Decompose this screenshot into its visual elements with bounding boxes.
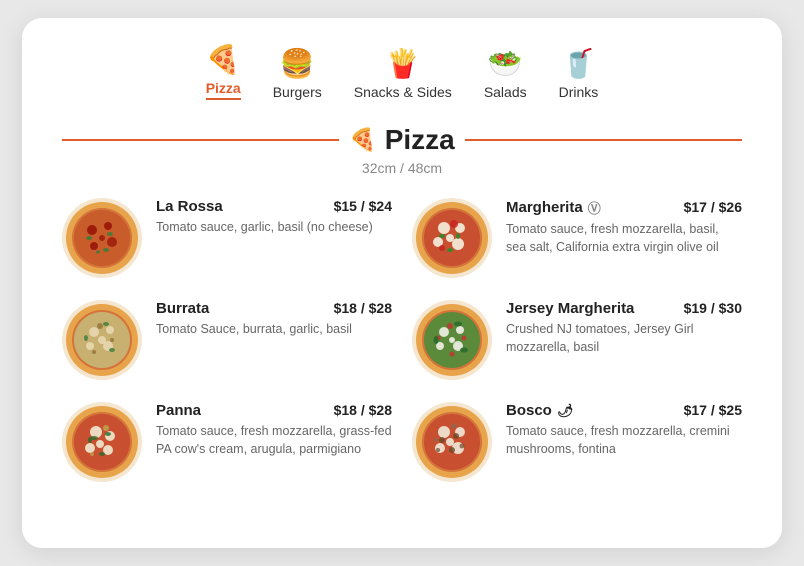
item-name-bosco: Bosco 🌶 (506, 402, 573, 419)
section-subtitle: 32cm / 48cm (62, 160, 742, 176)
item-price-panna: $18 / $28 (334, 402, 392, 418)
bosco-chili-icon: 🌶 (557, 403, 574, 419)
item-header-margherita: Margherita Ⓥ $17 / $26 (506, 198, 742, 217)
item-info-la-rossa: La Rossa $15 / $24 Tomato sauce, garlic,… (156, 198, 392, 236)
pizza-nav-icon: 🍕 (206, 46, 241, 74)
item-desc-bosco: Tomato sauce, fresh mozzarella, cremini … (506, 422, 742, 458)
pizza-image-bosco (412, 402, 492, 482)
nav-item-snacks[interactable]: 🍟 Snacks & Sides (354, 50, 452, 100)
nav-label-burgers: Burgers (273, 84, 322, 100)
nav-label-salads: Salads (484, 84, 527, 100)
menu-item-jersey-margherita: Jersey Margherita $19 / $30 Crushed NJ t… (412, 300, 742, 380)
item-header-burrata: Burrata $18 / $28 (156, 300, 392, 317)
menu-item-panna: Panna $18 / $28 Tomato sauce, fresh mozz… (62, 402, 392, 482)
menu-card: 🍕 Pizza 🍔 Burgers 🍟 Snacks & Sides 🥗 Sal… (22, 18, 782, 548)
menu-item-bosco: Bosco 🌶 $17 / $25 Tomato sauce, fresh mo… (412, 402, 742, 482)
item-info-burrata: Burrata $18 / $28 Tomato Sauce, burrata,… (156, 300, 392, 338)
item-header-panna: Panna $18 / $28 (156, 402, 392, 419)
item-info-jersey-margherita: Jersey Margherita $19 / $30 Crushed NJ t… (506, 300, 742, 356)
item-name-margherita: Margherita Ⓥ (506, 198, 601, 217)
section-pizza-icon: 🍕 (349, 127, 376, 153)
item-desc-jersey-margherita: Crushed NJ tomatoes, Jersey Girl mozzare… (506, 320, 742, 356)
nav-label-snacks: Snacks & Sides (354, 84, 452, 100)
menu-item-margherita: Margherita Ⓥ $17 / $26 Tomato sauce, fre… (412, 198, 742, 278)
item-price-jersey-margherita: $19 / $30 (684, 300, 742, 316)
item-name-burrata: Burrata (156, 300, 209, 317)
item-desc-margherita: Tomato sauce, fresh mozzarella, basil, s… (506, 220, 742, 256)
margherita-badge: Ⓥ (588, 198, 601, 217)
nav-label-drinks: Drinks (559, 84, 599, 100)
category-nav: 🍕 Pizza 🍔 Burgers 🍟 Snacks & Sides 🥗 Sal… (62, 46, 742, 100)
pizza-image-margherita (412, 198, 492, 278)
section-title: 🍕 Pizza (349, 124, 454, 156)
item-desc-panna: Tomato sauce, fresh mozzarella, grass-fe… (156, 422, 392, 458)
menu-item-burrata: Burrata $18 / $28 Tomato Sauce, burrata,… (62, 300, 392, 380)
nav-label-pizza: Pizza (206, 80, 241, 100)
item-header-bosco: Bosco 🌶 $17 / $25 (506, 402, 742, 419)
item-info-margherita: Margherita Ⓥ $17 / $26 Tomato sauce, fre… (506, 198, 742, 256)
pizza-image-jersey-margherita (412, 300, 492, 380)
drinks-nav-icon: 🥤 (561, 50, 596, 78)
pizza-image-panna (62, 402, 142, 482)
burgers-nav-icon: 🍔 (280, 50, 315, 78)
item-desc-burrata: Tomato Sauce, burrata, garlic, basil (156, 320, 392, 338)
item-price-bosco: $17 / $25 (684, 402, 742, 418)
pizza-image-la-rossa (62, 198, 142, 278)
nav-item-burgers[interactable]: 🍔 Burgers (273, 50, 322, 100)
pizza-image-burrata (62, 300, 142, 380)
item-info-bosco: Bosco 🌶 $17 / $25 Tomato sauce, fresh mo… (506, 402, 742, 458)
nav-item-pizza[interactable]: 🍕 Pizza (206, 46, 241, 100)
item-info-panna: Panna $18 / $28 Tomato sauce, fresh mozz… (156, 402, 392, 458)
item-price-margherita: $17 / $26 (684, 199, 742, 215)
snacks-nav-icon: 🍟 (385, 50, 420, 78)
item-header-jersey-margherita: Jersey Margherita $19 / $30 (506, 300, 742, 317)
item-header-la-rossa: La Rossa $15 / $24 (156, 198, 392, 215)
item-name-jersey-margherita: Jersey Margherita (506, 300, 634, 317)
nav-item-salads[interactable]: 🥗 Salads (484, 50, 527, 100)
item-desc-la-rossa: Tomato sauce, garlic, basil (no cheese) (156, 218, 392, 236)
menu-item-la-rossa: La Rossa $15 / $24 Tomato sauce, garlic,… (62, 198, 392, 278)
item-price-burrata: $18 / $28 (334, 300, 392, 316)
section-header: 🍕 Pizza (62, 124, 742, 156)
item-name-la-rossa: La Rossa (156, 198, 223, 215)
salads-nav-icon: 🥗 (488, 50, 523, 78)
nav-item-drinks[interactable]: 🥤 Drinks (559, 50, 599, 100)
menu-grid: La Rossa $15 / $24 Tomato sauce, garlic,… (62, 198, 742, 482)
item-price-la-rossa: $15 / $24 (334, 198, 392, 214)
item-name-panna: Panna (156, 402, 201, 419)
